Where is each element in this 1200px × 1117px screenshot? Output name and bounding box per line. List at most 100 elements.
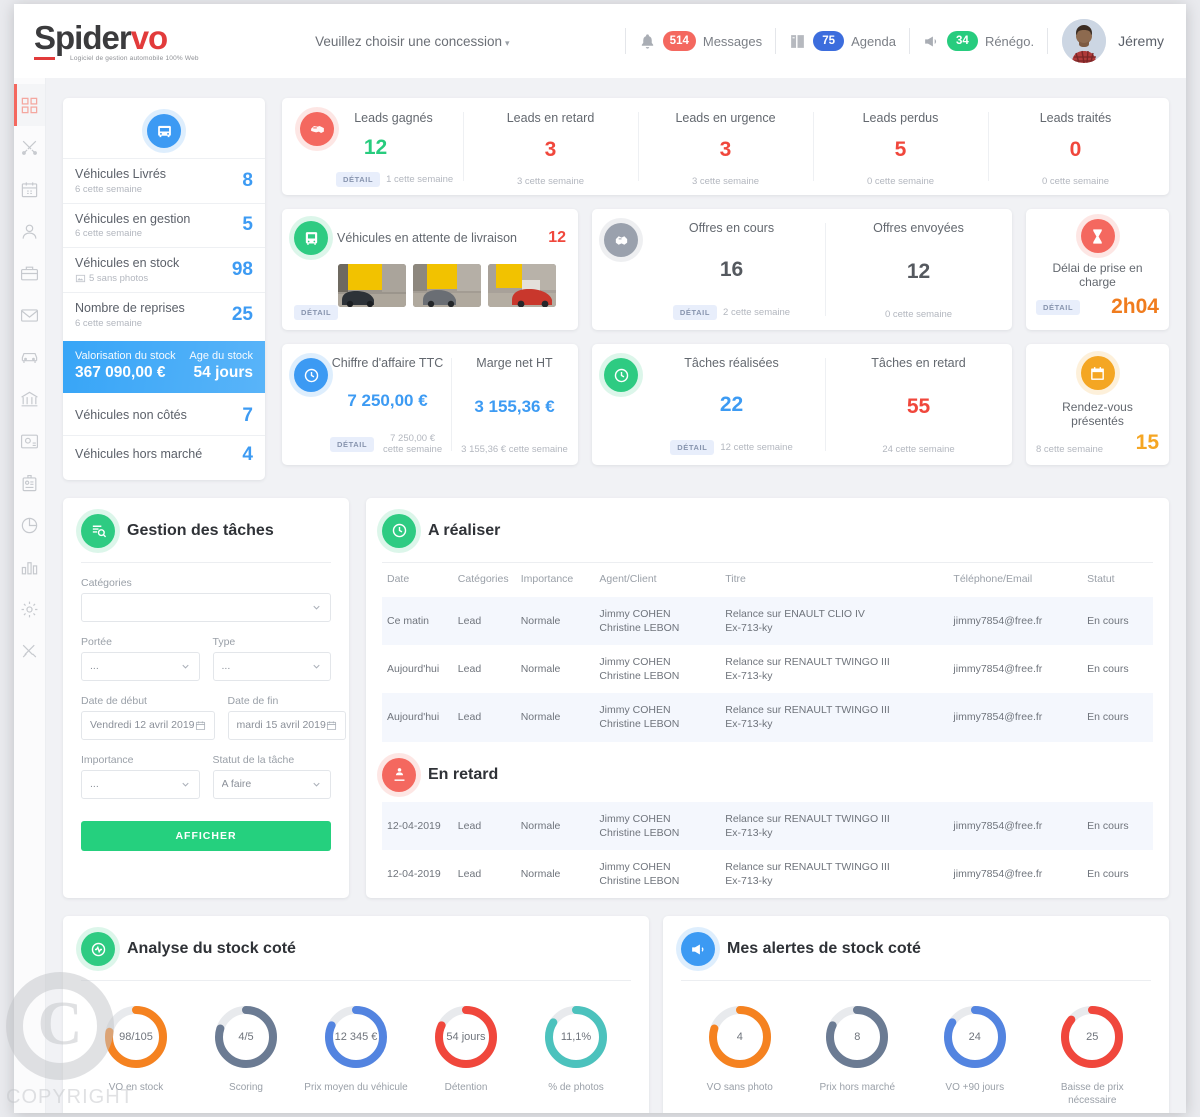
donut-prix-hors-marche[interactable]: 8 Prix hors marché bbox=[802, 1003, 912, 1107]
sidebar-item-reports[interactable] bbox=[14, 504, 45, 546]
gear-icon bbox=[21, 601, 38, 617]
header-item-renego[interactable]: 34 Rénégo. bbox=[910, 31, 1047, 51]
client-name: Christine LEBON bbox=[599, 826, 680, 839]
stock-valuation-banner[interactable]: Valorisation du stock 367 090,00 € Age d… bbox=[63, 340, 265, 393]
stat-title: Véhicules non côtés bbox=[75, 407, 187, 422]
table-row[interactable]: Ce matin Lead Normale Jimmy COHEN Christi… bbox=[382, 596, 1153, 645]
metric-leads-en-retard[interactable]: Leads en retard 3 3 cette semaine bbox=[463, 98, 638, 195]
metric-marge-net[interactable]: Marge net HT 3 155,36 € 3 155,36 € cette… bbox=[451, 344, 578, 465]
afficher-button[interactable]: AFFICHER bbox=[81, 820, 331, 851]
sidebar-item-briefcase[interactable] bbox=[14, 252, 45, 294]
sidebar-item-id-card[interactable] bbox=[14, 462, 45, 504]
cell-titre: Relance sur RENAULT TWINGO III Ex-713-ky bbox=[720, 801, 949, 850]
detail-button[interactable]: DÉTAIL bbox=[294, 305, 339, 320]
donut-value: 24 bbox=[968, 1031, 981, 1044]
avatar[interactable] bbox=[1062, 19, 1107, 63]
vehicle-photo-grey-suv[interactable] bbox=[413, 264, 481, 307]
table-row[interactable]: 12-04-2019 Lead Normale Jimmy COHEN Chris… bbox=[382, 801, 1153, 850]
status-select[interactable]: A faire bbox=[212, 769, 331, 799]
donut-baisse-de-prix[interactable]: 25 Baisse de prix nécessaire bbox=[1037, 1003, 1147, 1107]
metric-leads-en-urgence[interactable]: Leads en urgence 3 3 cette semaine bbox=[638, 98, 813, 195]
stat-row[interactable]: Véhicules Livrés 6 cette semaine 8 bbox=[63, 158, 265, 203]
concession-selector[interactable]: Veuillez choisir une concession ▾ bbox=[315, 34, 509, 49]
status-badge: En cours bbox=[1082, 801, 1153, 850]
metric-leads-gagnes[interactable]: Leads gagnés 12 DÉTAIL 1 cette semaine bbox=[288, 98, 463, 195]
donut-value: 98/105 bbox=[119, 1031, 153, 1044]
donut-value: 4/5 bbox=[238, 1031, 254, 1044]
sidebar-item-settings[interactable] bbox=[14, 588, 45, 630]
offers-card: Offres en cours 16 DÉTAIL 2 cette semain… bbox=[592, 209, 1012, 330]
cell-agent: Jimmy COHEN Christine LEBON bbox=[594, 693, 721, 742]
col-telephone-email: Téléphone/Email bbox=[953, 572, 1033, 585]
stat-row[interactable]: Véhicules non côtés 7 bbox=[63, 397, 265, 435]
type-select[interactable]: ... bbox=[212, 651, 331, 681]
stat-value: 8 bbox=[242, 169, 253, 191]
metric-chiffre-affaire[interactable]: Chiffre d'affaire TTC 7 250,00 € DÉTAIL … bbox=[282, 344, 451, 465]
detail-button[interactable]: DÉTAIL bbox=[330, 436, 375, 452]
stat-sub: 6 cette semaine bbox=[75, 228, 143, 240]
sidebar-item-vehicles[interactable] bbox=[14, 336, 45, 378]
donut-pourcent-photos[interactable]: 11,1% % de photos bbox=[521, 1003, 631, 1094]
metric-taches-en-retard[interactable]: Tâches en retard 55 24 cette semaine bbox=[825, 344, 1012, 465]
metric-offres-envoyees[interactable]: Offres envoyées 12 0 cette semaine bbox=[825, 209, 1012, 330]
delay-card[interactable]: Délai de prise en charge DÉTAIL 2h04 bbox=[1026, 209, 1169, 330]
detail-button[interactable]: DÉTAIL bbox=[336, 172, 381, 187]
start-date-input[interactable]: Vendredi 12 avril 2019 bbox=[81, 710, 215, 740]
sidebar-item-mail[interactable] bbox=[14, 294, 45, 336]
detail-button[interactable]: DÉTAIL bbox=[672, 305, 718, 320]
sidebar-item-contacts[interactable] bbox=[14, 210, 45, 252]
rdv-card[interactable]: Rendez-vous présentés 8 cette semaine 15 bbox=[1026, 344, 1169, 465]
stock-analysis-panel: Analyse du stock coté 98/105 VO en stock… bbox=[63, 916, 649, 1113]
client-name: Christine LEBON bbox=[599, 718, 680, 731]
stat-row[interactable]: Véhicules hors marché 4 bbox=[63, 434, 265, 474]
table-row[interactable]: Aujourd'hui Lead Normale Jimmy COHEN Chri… bbox=[382, 693, 1153, 742]
stat-row[interactable]: Véhicules en gestion 6 cette semaine 5 bbox=[63, 202, 265, 248]
metric-offres-en-cours[interactable]: Offres en cours 16 DÉTAIL 2 cette semain… bbox=[592, 209, 825, 330]
logo[interactable]: Spidervo Logiciel de gestion automobile … bbox=[14, 18, 200, 62]
metric-leads-perdus[interactable]: Leads perdus 5 0 cette semaine bbox=[813, 98, 988, 195]
body: Véhicules Livrés 6 cette semaine 8 Véhic… bbox=[14, 78, 1186, 1113]
late-table: 12-04-2019 Lead Normale Jimmy COHEN Chris… bbox=[382, 801, 1153, 899]
sidebar-item-dashboard[interactable] bbox=[14, 84, 45, 126]
metric-taches-realisees[interactable]: Tâches réalisées 22 DÉTAIL 12 cette sema… bbox=[592, 344, 825, 465]
donut-detention[interactable]: 54 jours Détention bbox=[411, 1003, 521, 1094]
header-item-agenda[interactable]: 75 Agenda bbox=[776, 31, 909, 51]
cell-categories: Lead bbox=[452, 801, 516, 850]
vehicle-photo-red-suv[interactable] bbox=[488, 264, 556, 307]
user-name[interactable]: Jéremy bbox=[1118, 33, 1164, 49]
stat-row[interactable]: Nombre de reprises 6 cette semaine 25 bbox=[63, 291, 265, 337]
portee-select[interactable]: ... bbox=[81, 651, 200, 681]
vehicle-photo-black-suv[interactable] bbox=[338, 264, 406, 307]
sidebar-item-calendar[interactable] bbox=[14, 168, 45, 210]
detail-button[interactable]: DÉTAIL bbox=[1036, 299, 1081, 315]
table-row[interactable]: 12-04-2019 Lead Normale Jimmy COHEN Chris… bbox=[382, 850, 1153, 898]
stat-value: 4 bbox=[242, 443, 253, 465]
sidebar-item-payments[interactable] bbox=[14, 420, 45, 462]
donut-prix-moyen[interactable]: 12 345 € Prix moyen du véhicule bbox=[301, 1003, 411, 1094]
sidebar-item-bank[interactable] bbox=[14, 378, 45, 420]
stat-title: Véhicules en gestion bbox=[75, 211, 191, 226]
donut-vo-90-jours[interactable]: 24 VO +90 jours bbox=[920, 1003, 1030, 1107]
importance-select[interactable]: ... bbox=[81, 769, 200, 799]
application-window: Spidervo Logiciel de gestion automobile … bbox=[14, 4, 1186, 1113]
sidebar-item-workshop[interactable] bbox=[14, 630, 45, 672]
sidebar-item-stats[interactable] bbox=[14, 546, 45, 588]
table-row[interactable]: Aujourd'hui Lead Normale Jimmy COHEN Chri… bbox=[382, 645, 1153, 693]
donut-scoring[interactable]: 4/5 Scoring bbox=[191, 1003, 301, 1094]
detail-button[interactable]: DÉTAIL bbox=[670, 440, 715, 455]
metric-leads-traites[interactable]: Leads traités 0 0 cette semaine bbox=[988, 98, 1163, 195]
task-title: Relance sur RENAULT TWINGO III bbox=[725, 860, 890, 873]
stat-row[interactable]: Véhicules en stock 5 sans photos 98 bbox=[63, 247, 265, 292]
third-metrics-row: Chiffre d'affaire TTC 7 250,00 € DÉTAIL … bbox=[282, 344, 1169, 465]
end-date-input[interactable]: mardi 15 avril 2019 bbox=[227, 710, 346, 740]
metric-value: 16 bbox=[719, 257, 744, 281]
header-item-messages[interactable]: 514 Messages bbox=[626, 31, 775, 51]
stat-value: 98 bbox=[231, 259, 253, 281]
rdv-footnote: 8 cette semaine bbox=[1036, 444, 1104, 455]
donut-vo-sans-photo[interactable]: 4 VO sans photo bbox=[685, 1003, 795, 1107]
status-badge: En cours bbox=[1087, 867, 1129, 880]
categories-select[interactable] bbox=[81, 592, 331, 622]
sidebar-item-tools[interactable] bbox=[14, 126, 45, 168]
donut-vo-en-stock[interactable]: 98/105 VO en stock bbox=[81, 1003, 191, 1094]
status-badge: En cours bbox=[1082, 596, 1153, 645]
